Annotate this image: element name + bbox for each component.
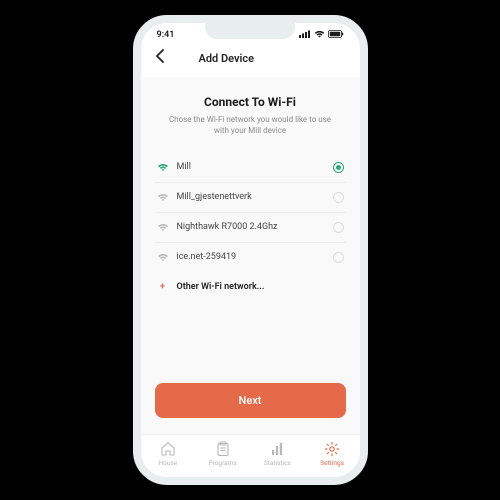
tab-label: House (159, 459, 178, 467)
other-wifi-label: Other Wi-Fi network... (177, 282, 265, 292)
back-button[interactable] (155, 49, 165, 67)
status-time: 9:41 (157, 30, 175, 40)
next-button[interactable]: Next (155, 383, 346, 418)
wifi-icon (157, 222, 169, 232)
wifi-row[interactable]: Mill (155, 153, 346, 183)
home-icon (160, 441, 176, 457)
battery-icon (328, 30, 344, 41)
wifi-icon (157, 252, 169, 262)
page-title: Connect To Wi-Fi (155, 95, 346, 109)
page-subtitle: Chose the Wi-Fi network you would like t… (155, 115, 346, 137)
status-indicators (299, 30, 344, 41)
radio-indicator (333, 162, 344, 173)
wifi-icon (157, 192, 169, 202)
wifi-status-icon (314, 30, 325, 41)
wifi-name: Nighthawk R7000 2.4Ghz (177, 222, 325, 232)
wifi-icon (157, 162, 169, 172)
tab-label: Settings (320, 459, 344, 467)
programs-icon (215, 441, 231, 457)
statistics-icon (269, 441, 285, 457)
radio-indicator (333, 222, 344, 233)
notch (205, 23, 295, 39)
wifi-name: Mill_gjestenettverk (177, 192, 325, 202)
radio-indicator (333, 192, 344, 203)
radio-indicator (333, 252, 344, 263)
wifi-row[interactable]: ice.net-259419 (155, 243, 346, 272)
content-area: Connect To Wi-Fi Chose the Wi-Fi network… (141, 77, 360, 434)
wifi-list: Mill Mill_gjestenettverk Nighthawk R7000 2… (155, 153, 346, 272)
wifi-name: Mill (177, 162, 325, 172)
plus-icon: + (157, 282, 169, 292)
phone-frame: 9:41 Add Device Connect To Wi-Fi Chose t… (133, 15, 368, 485)
settings-icon (324, 441, 340, 457)
tab-label: Statistics (264, 459, 291, 467)
tab-label: Programs (208, 459, 236, 467)
wifi-row[interactable]: Nighthawk R7000 2.4Ghz (155, 213, 346, 243)
spacer (155, 292, 346, 377)
other-wifi-button[interactable]: + Other Wi-Fi network... (155, 272, 346, 292)
tab-settings[interactable]: Settings (310, 441, 354, 467)
nav-bar: Add Device (141, 43, 360, 77)
wifi-name: ice.net-259419 (177, 252, 325, 262)
tab-statistics[interactable]: Statistics (255, 441, 299, 467)
next-button-label: Next (239, 394, 262, 407)
tab-programs[interactable]: Programs (201, 441, 245, 467)
tab-house[interactable]: House (146, 441, 190, 467)
nav-title: Add Device (199, 52, 255, 65)
tab-bar: House Programs Statistics Settings (141, 434, 360, 477)
chevron-left-icon (155, 49, 165, 63)
wifi-row[interactable]: Mill_gjestenettverk (155, 183, 346, 213)
cellular-icon (299, 30, 311, 41)
